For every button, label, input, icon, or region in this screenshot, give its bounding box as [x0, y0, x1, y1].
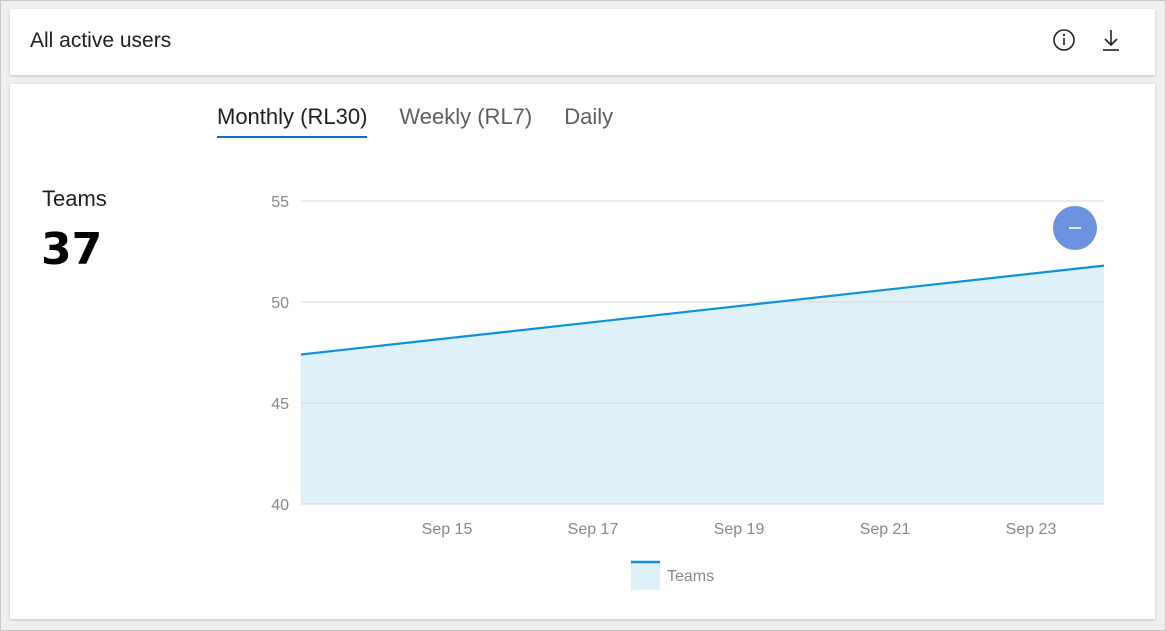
x-tick-label: Sep 21 [860, 521, 911, 538]
y-tick-label-40: 40 [271, 497, 289, 514]
x-tick-label: Sep 17 [568, 521, 619, 538]
y-tick-label-45: 45 [271, 396, 289, 413]
y-tick-label-55: 55 [271, 194, 289, 211]
x-tick-label: Sep 23 [1006, 521, 1057, 538]
legend-swatch-teams [631, 561, 660, 590]
download-icon[interactable] [1098, 27, 1124, 53]
card-title: All active users [30, 29, 172, 52]
x-tick-label: Sep 19 [714, 521, 765, 538]
y-tick-label-50: 50 [271, 295, 289, 312]
x-tick-label: Sep 15 [422, 521, 473, 538]
info-icon[interactable] [1051, 27, 1077, 53]
series-area-teams [301, 265, 1104, 504]
area-chart: 40 45 50 55 Sep 15 Sep 17 Sep 19 Sep 21 Sep 23 Te… [271, 194, 1105, 590]
card-header: All active users [10, 9, 1155, 75]
chart-card: Monthly (RL30) Weekly (RL7) Daily Teams … [10, 84, 1155, 619]
legend-label-teams: Teams [667, 568, 714, 585]
